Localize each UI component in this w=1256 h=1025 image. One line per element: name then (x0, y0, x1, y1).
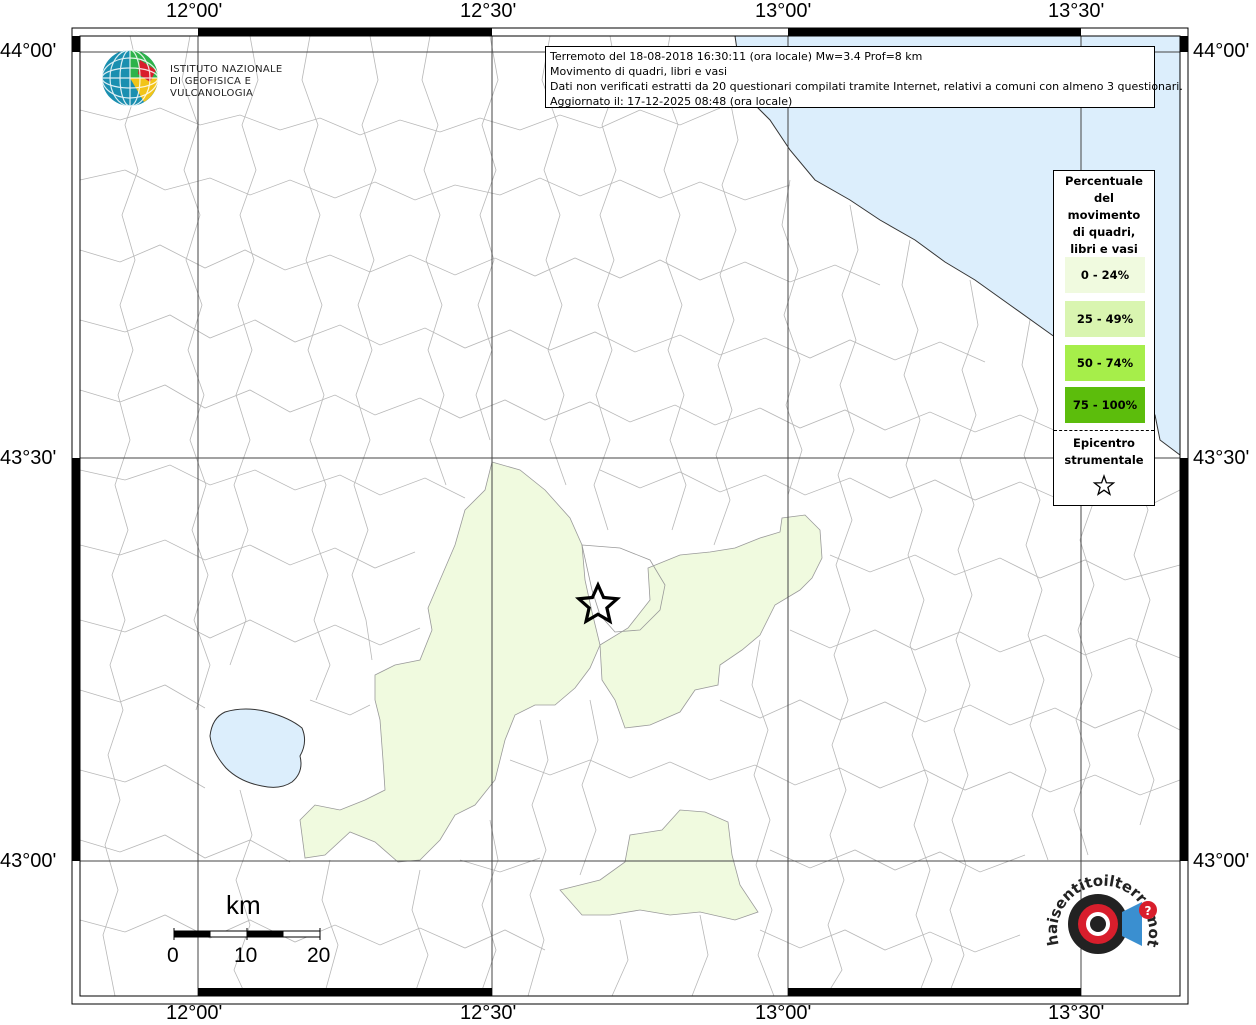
event-info-line3: Dati non verificati estratti da 20 quest… (550, 80, 1183, 93)
ingv-logo: ISTITUTO NAZIONALE DI GEOFISICA E VULCAN… (100, 48, 320, 108)
hai-sentito-il-terremoto-logo: haisentitoilterremoto.it ? (1033, 846, 1168, 990)
event-info-line2: Movimento di quadri, libri e vasi (550, 65, 728, 78)
lon-label-bottom-2: 12°30' (460, 1002, 517, 1024)
lat-label-left-2: 43°30' (0, 447, 57, 469)
legend-title-line: del (1094, 191, 1114, 205)
legend-title-line: libri e vasi (1070, 242, 1138, 256)
lon-label-top-4: 13°30' (1048, 0, 1105, 22)
legend-title: Percentuale del movimento di quadri, lib… (1054, 173, 1154, 258)
lat-label-left-3: 43°00' (0, 850, 57, 872)
scale-tick-20: 20 (307, 944, 331, 967)
lon-label-top-3: 13°00' (755, 0, 812, 22)
lon-label-bottom-1: 12°00' (166, 1002, 223, 1024)
legend-class-0: 0 - 24% (1065, 257, 1145, 293)
event-info-box: Terremoto del 18-08-2018 16:30:11 (ora l… (545, 46, 1183, 108)
lat-label-right-1: 44°00' (1193, 40, 1250, 62)
legend-class-3: 75 - 100% (1065, 387, 1145, 423)
lon-label-bottom-4: 13°30' (1048, 1002, 1105, 1024)
event-info-line4: Aggiornato il: 17-12-2025 08:48 (ora loc… (550, 95, 793, 108)
legend: Percentuale del movimento di quadri, lib… (1053, 170, 1155, 506)
legend-divider (1054, 430, 1154, 431)
ingv-logo-line1: ISTITUTO NAZIONALE (170, 64, 283, 75)
scale-tick-10: 10 (234, 944, 258, 967)
lat-label-left-1: 44°00' (0, 40, 57, 62)
legend-class-2: 50 - 74% (1065, 345, 1145, 381)
lat-label-right-3: 43°00' (1193, 850, 1250, 872)
scale-unit: km (226, 890, 261, 920)
lat-label-right-2: 43°30' (1193, 447, 1250, 469)
legend-epicenter-label: Epicentro strumentale (1054, 435, 1154, 469)
event-info-line1: Terremoto del 18-08-2018 16:30:11 (ora l… (550, 50, 923, 63)
ingv-logo-line2: DI GEOFISICA E VULCANOLOGIA (170, 76, 254, 99)
legend-epicenter-line: strumentale (1064, 453, 1144, 467)
legend-class-1: 25 - 49% (1065, 301, 1145, 337)
lon-label-top-1: 12°00' (166, 0, 223, 22)
globe-icon (101, 49, 159, 107)
legend-title-line: Percentuale (1065, 174, 1143, 188)
legend-epicenter-line: Epicentro (1073, 436, 1135, 450)
legend-title-line: movimento (1067, 208, 1141, 222)
lon-label-top-2: 12°30' (460, 0, 517, 22)
star-icon (1092, 474, 1116, 496)
lon-label-bottom-3: 13°00' (755, 1002, 812, 1024)
svg-text:?: ? (1145, 904, 1152, 918)
scale-tick-0: 0 (167, 944, 179, 967)
ingv-logo-text: ISTITUTO NAZIONALE DI GEOFISICA E VULCAN… (170, 64, 320, 100)
loudspeaker-icon: ? (1068, 894, 1157, 954)
legend-title-line: di quadri, (1072, 225, 1136, 239)
